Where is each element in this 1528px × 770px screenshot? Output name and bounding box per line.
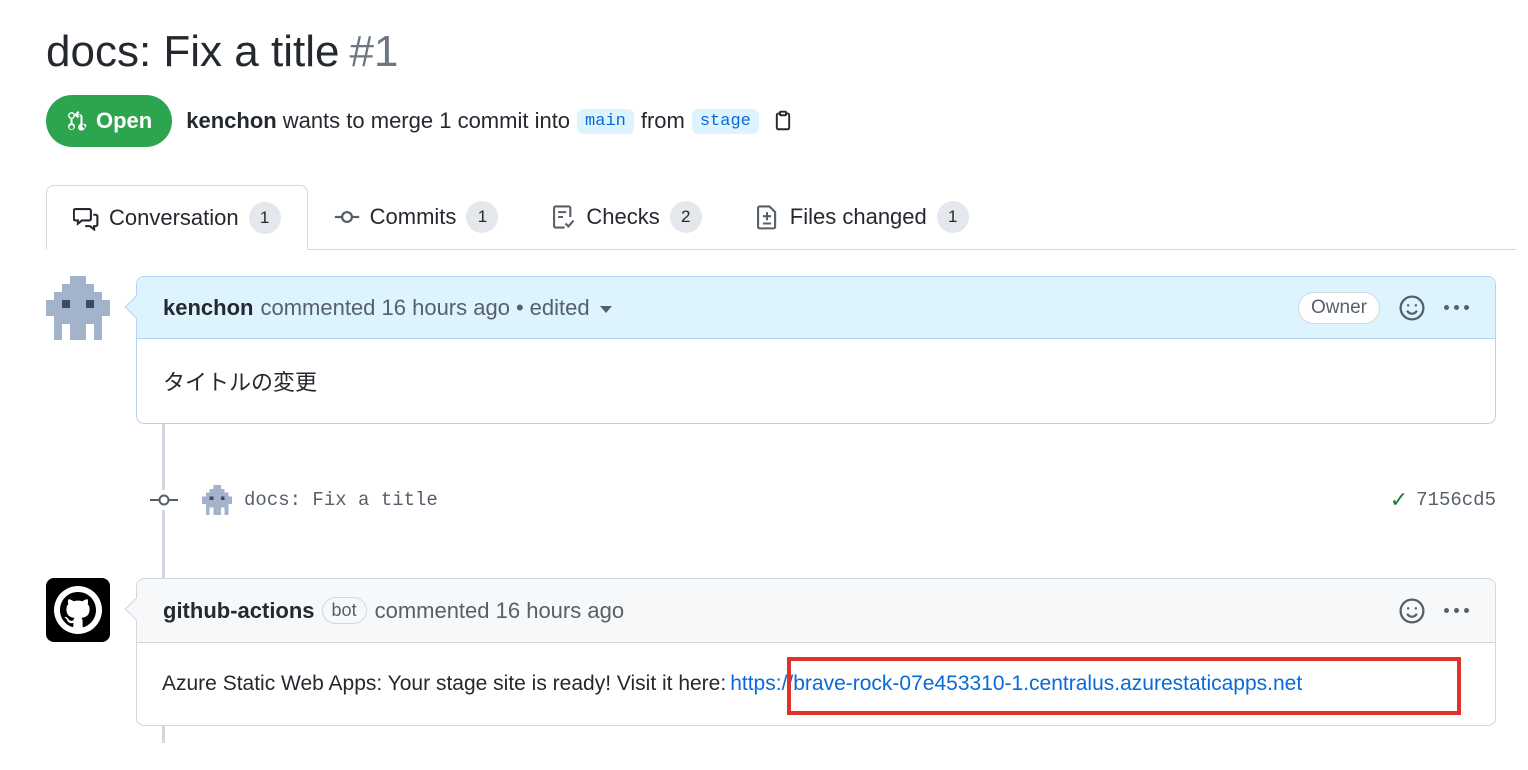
state-label: Open xyxy=(96,108,153,133)
comment-timestamp[interactable]: commented 16 hours ago xyxy=(375,598,625,624)
comment-github-actions: github-actions bot commented 16 hours ag… xyxy=(124,578,1496,726)
commit-row: docs: Fix a title ✓ 7156cd5 xyxy=(148,478,1496,522)
tab-label: Checks xyxy=(586,204,660,229)
checklist-icon xyxy=(553,205,575,229)
file-diff-icon xyxy=(756,205,776,230)
tab-counter: 2 xyxy=(669,201,702,233)
separator-dot: • xyxy=(515,294,524,320)
tab-conversation[interactable]: Conversation 1 xyxy=(46,185,308,250)
comment-discussion-icon xyxy=(73,207,99,231)
owner-badge: Owner xyxy=(1298,291,1380,324)
tab-commits[interactable]: Commits 1 xyxy=(308,185,525,249)
tab-label: Conversation xyxy=(109,204,239,230)
github-actions-avatar[interactable] xyxy=(46,578,110,642)
git-commit-icon xyxy=(334,210,359,224)
tab-counter: 1 xyxy=(466,201,499,233)
kenchon-avatar[interactable] xyxy=(46,276,110,340)
smiley-icon[interactable] xyxy=(1398,597,1426,625)
tab-checks[interactable]: Checks 2 xyxy=(524,185,727,249)
state-badge: Open xyxy=(46,95,173,147)
commit-author-avatar[interactable] xyxy=(202,485,232,515)
caret-down-icon[interactable] xyxy=(599,305,612,313)
commit-message-link[interactable]: docs: Fix a title xyxy=(244,489,438,511)
comment-body: Azure Static Web Apps: Your stage site i… xyxy=(137,643,1495,725)
comment-author-link[interactable]: github-actions xyxy=(163,598,315,624)
comment-kenchon: kenchon commented 16 hours ago • edited … xyxy=(124,276,1496,424)
comment-body: タイトルの変更 xyxy=(137,339,1495,423)
tab-label: Commits xyxy=(369,204,457,229)
from-text: from xyxy=(640,108,685,133)
check-icon[interactable]: ✓ xyxy=(1390,487,1408,513)
deployment-url-link[interactable]: https://brave-rock-07e453310-1.centralus… xyxy=(730,672,1302,696)
pr-number: #1 xyxy=(349,27,399,76)
git-pull-request-icon xyxy=(68,110,87,131)
merge-text: wants to merge 1 commit into xyxy=(282,108,571,133)
tab-counter: 1 xyxy=(248,201,281,234)
smiley-icon[interactable] xyxy=(1398,294,1426,322)
copy-icon[interactable] xyxy=(772,110,794,132)
tab-counter: 1 xyxy=(936,201,969,233)
comment-header: kenchon commented 16 hours ago • edited … xyxy=(137,277,1495,339)
pr-title: docs: Fix a title xyxy=(46,27,340,76)
base-branch[interactable]: main xyxy=(577,108,634,134)
commit-sha-link[interactable]: 7156cd5 xyxy=(1416,489,1496,511)
comment-header: github-actions bot commented 16 hours ag… xyxy=(137,579,1495,643)
bot-badge: bot xyxy=(321,597,367,624)
comment-author-link[interactable]: kenchon xyxy=(163,295,253,321)
kebab-horizontal-icon[interactable] xyxy=(1444,608,1469,613)
pr-author-link[interactable]: kenchon xyxy=(186,108,276,134)
comment-timestamp[interactable]: commented 16 hours ago xyxy=(260,295,510,321)
head-branch[interactable]: stage xyxy=(691,108,759,134)
edited-dropdown[interactable]: edited xyxy=(530,295,590,321)
git-commit-icon xyxy=(148,490,180,510)
tab-label: Files changed xyxy=(789,204,927,229)
pr-title-heading: docs: Fix a title #1 xyxy=(46,24,398,80)
kebab-horizontal-icon[interactable] xyxy=(1444,305,1469,310)
comment-text: タイトルの変更 xyxy=(163,370,318,395)
tab-files-changed[interactable]: Files changed 1 xyxy=(728,185,995,249)
comment-text: Azure Static Web Apps: Your stage site i… xyxy=(162,672,727,695)
pr-tabs: Conversation 1 Commits 1 Checks 2 Files … xyxy=(46,185,1516,250)
pr-status-row: Open kenchon wants to merge 1 commit int… xyxy=(46,95,794,147)
